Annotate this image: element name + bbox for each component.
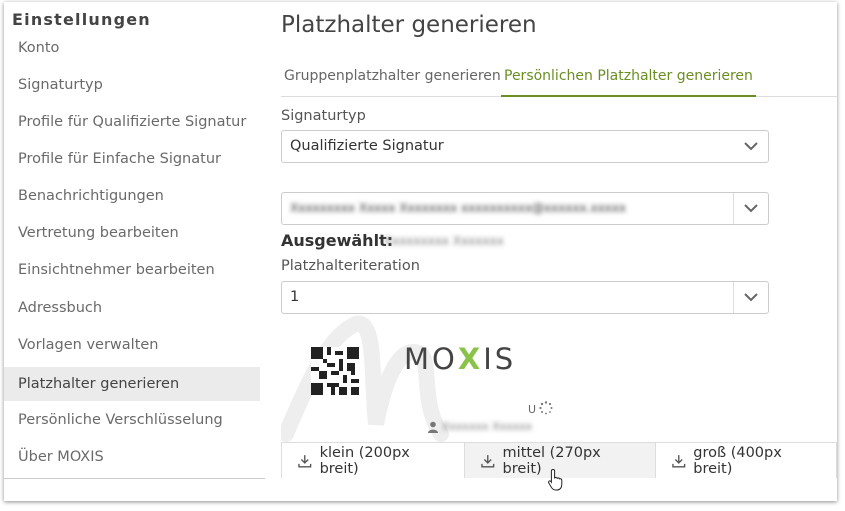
signaturtyp-label: Signaturtyp bbox=[281, 108, 366, 124]
logo-x-mark: X bbox=[457, 342, 484, 376]
download-large-label: groß (400px breit) bbox=[693, 444, 782, 477]
signaturtyp-select[interactable]: Qualifizierte Signatur bbox=[281, 130, 769, 163]
iteration-label: Platzhalteriteration bbox=[281, 258, 420, 274]
hand-cursor-icon bbox=[548, 468, 563, 491]
chevron-down-icon bbox=[734, 131, 768, 162]
person-icon bbox=[428, 421, 438, 433]
sidebar-item-einsichtnehmer[interactable]: Einsichtnehmer bearbeiten bbox=[4, 253, 260, 287]
settings-window: Einstellungen Konto Signaturtyp Profile … bbox=[4, 2, 837, 501]
iteration-select[interactable]: 1 bbox=[281, 281, 769, 314]
download-icon bbox=[671, 454, 685, 468]
selected-value: Xxxxxxxxx Xxxxxxx bbox=[384, 234, 504, 248]
sidebar-title: Einstellungen bbox=[12, 10, 151, 29]
iteration-value: 1 bbox=[290, 289, 300, 305]
download-small-button[interactable]: klein (200px breit) bbox=[282, 443, 465, 478]
sidebar-item-konto[interactable]: Konto bbox=[4, 31, 260, 65]
moxis-logo: MOXIS bbox=[404, 342, 517, 376]
download-large-button[interactable]: groß (400px breit) bbox=[655, 443, 836, 478]
sidebar-item-ueber-moxis[interactable]: Über MOXIS bbox=[4, 440, 260, 474]
signaturtyp-value: Qualifizierte Signatur bbox=[290, 138, 444, 154]
sidebar-item-signaturtyp[interactable]: Signaturtyp bbox=[4, 68, 260, 102]
download-icon bbox=[481, 454, 495, 468]
download-small-label: klein (200px breit) bbox=[319, 444, 410, 477]
sidebar-item-vorlagen[interactable]: Vorlagen verwalten bbox=[4, 328, 260, 362]
sidebar-item-benachrichtigungen[interactable]: Benachrichtigungen bbox=[4, 179, 260, 213]
chevron-down-icon bbox=[733, 282, 768, 313]
placeholder-preview: MOXIS U Xxxxxxx Xxxxxx bbox=[281, 314, 561, 442]
sidebar-item-profile-einfach[interactable]: Profile für Einfache Signatur bbox=[4, 142, 260, 176]
loading-spinner-icon bbox=[539, 401, 553, 415]
person-name: Xxxxxxx Xxxxxx bbox=[442, 420, 533, 433]
chevron-down-icon bbox=[733, 193, 768, 224]
sidebar: Einstellungen Konto Signaturtyp Profile … bbox=[4, 2, 265, 501]
sidebar-item-verschluesselung[interactable]: Persönliche Verschlüsselung bbox=[4, 403, 260, 437]
download-icon bbox=[298, 454, 312, 468]
sidebar-item-platzhalter[interactable]: Platzhalter generieren bbox=[4, 367, 260, 401]
selected-label: Ausgewählt: bbox=[281, 231, 394, 250]
qr-code-icon bbox=[311, 347, 359, 395]
sidebar-divider bbox=[4, 478, 265, 479]
tab-bar: Gruppenplatzhalter generieren Persönlich… bbox=[281, 62, 837, 97]
sidebar-item-profile-qualifiziert[interactable]: Profile für Qualifizierte Signatur bbox=[4, 105, 260, 139]
tab-persoenlich[interactable]: Persönlichen Platzhalter generieren bbox=[501, 68, 756, 97]
page-title: Platzhalter generieren bbox=[281, 12, 537, 38]
sidebar-item-vertretung[interactable]: Vertretung bearbeiten bbox=[4, 216, 260, 250]
profile-select[interactable]: Xxxxxxxxx Xxxxx Xxxxxxxx xxxxxxxxxx@xxxx… bbox=[281, 192, 769, 225]
profile-value: Xxxxxxxxx Xxxxx Xxxxxxxx xxxxxxxxxx@xxxx… bbox=[290, 201, 626, 215]
download-medium-label: mittel (270px breit) bbox=[502, 444, 601, 477]
tab-gruppenplatzhalter[interactable]: Gruppenplatzhalter generieren bbox=[281, 68, 504, 95]
u-mark: U bbox=[528, 403, 537, 416]
sidebar-item-adressbuch[interactable]: Adressbuch bbox=[4, 291, 260, 325]
